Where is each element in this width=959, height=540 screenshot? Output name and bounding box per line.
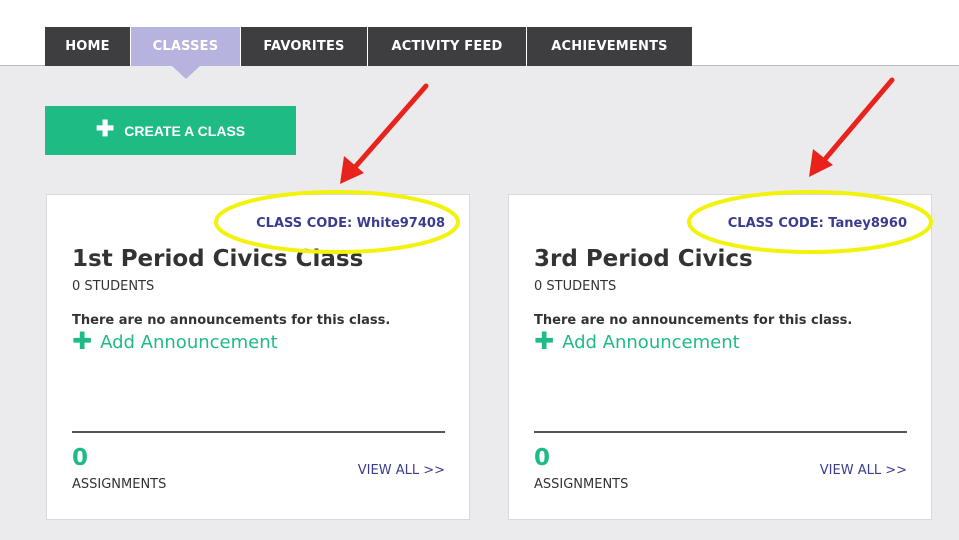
assignments-label: ASSIGNMENTS — [534, 477, 629, 492]
assignment-count: 0 — [72, 445, 89, 471]
view-all-link[interactable]: VIEW ALL >> — [820, 463, 907, 478]
assignments-label: ASSIGNMENTS — [72, 477, 167, 492]
card-divider — [534, 431, 907, 433]
class-card: CLASS CODE: Taney8960 3rd Period Civics … — [508, 194, 932, 520]
announcements-status: There are no announcements for this clas… — [534, 313, 853, 328]
tab-activity-feed[interactable]: ACTIVITY FEED — [368, 27, 527, 66]
add-announcement-link[interactable]: ✚ Add Announcement — [534, 326, 740, 355]
plus-icon: ✚ — [95, 116, 115, 141]
add-announcement-label: Add Announcement — [562, 332, 740, 353]
add-announcement-label: Add Announcement — [100, 332, 278, 353]
view-all-link[interactable]: VIEW ALL >> — [358, 463, 445, 478]
tab-achievements[interactable]: ACHIEVEMENTS — [527, 27, 692, 66]
class-code: CLASS CODE: Taney8960 — [727, 216, 907, 231]
class-name[interactable]: 3rd Period Civics — [534, 246, 753, 272]
red-arrow-icon — [340, 83, 429, 184]
announcements-status: There are no announcements for this clas… — [72, 313, 391, 328]
add-announcement-link[interactable]: ✚ Add Announcement — [72, 326, 278, 355]
card-divider — [72, 431, 445, 433]
tab-favorites[interactable]: FAVORITES — [241, 27, 368, 66]
red-arrow-icon — [809, 77, 895, 177]
student-count: 0 STUDENTS — [72, 279, 155, 294]
top-navigation-bar: HOME CLASSES FAVORITES ACTIVITY FEED ACH… — [0, 0, 959, 79]
create-class-label: CREATE A CLASS — [124, 122, 246, 139]
plus-icon: ✚ — [534, 326, 555, 355]
assignment-count: 0 — [534, 445, 551, 471]
tab-home[interactable]: HOME — [45, 27, 131, 66]
class-name[interactable]: 1st Period Civics Class — [72, 246, 363, 272]
plus-icon: ✚ — [72, 326, 93, 355]
main-tabs: HOME CLASSES FAVORITES ACTIVITY FEED ACH… — [45, 27, 692, 79]
class-code: CLASS CODE: White97408 — [256, 216, 445, 231]
create-class-button[interactable]: ✚ CREATE A CLASS — [45, 106, 296, 155]
tab-classes[interactable]: CLASSES — [131, 27, 241, 79]
class-card: CLASS CODE: White97408 1st Period Civics… — [46, 194, 470, 520]
student-count: 0 STUDENTS — [534, 279, 617, 294]
